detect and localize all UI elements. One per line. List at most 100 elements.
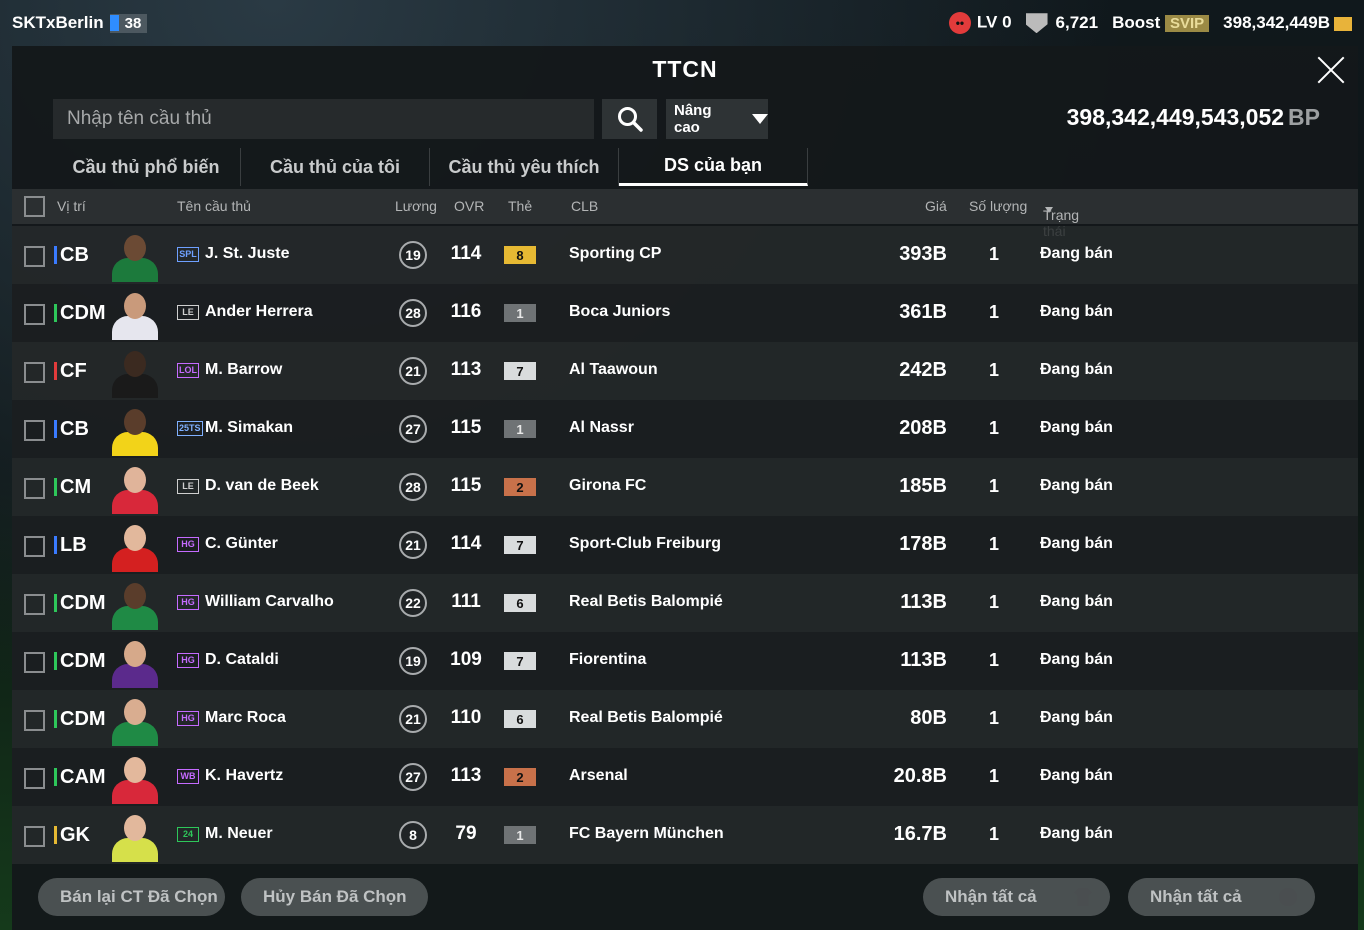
- player-name[interactable]: M. Barrow: [205, 361, 282, 379]
- season-badge: HG: [177, 711, 199, 726]
- table-row[interactable]: CDM HG D. Cataldi 19 109 7 Fiorentina 11…: [12, 632, 1358, 690]
- top-stats: •• LV 0 6,721 Boost SVIP 398,342,449B: [948, 12, 1352, 34]
- ovr-value: 113: [450, 359, 482, 380]
- player-name[interactable]: William Carvalho: [205, 593, 334, 611]
- card-grade-badge: 6: [504, 710, 536, 728]
- wage-badge: 28: [399, 473, 427, 501]
- currency-balance[interactable]: 398,342,449B: [1223, 13, 1352, 33]
- player-name[interactable]: Marc Roca: [205, 709, 286, 727]
- club-name: FC Bayern München: [569, 825, 724, 842]
- tab-your-list[interactable]: DS của bạn: [619, 148, 808, 186]
- price-value: 16.7B: [893, 823, 947, 845]
- player-name[interactable]: D. van de Beek: [205, 477, 319, 495]
- col-quantity[interactable]: Số lượng: [969, 198, 1027, 214]
- close-icon[interactable]: [1316, 54, 1346, 84]
- col-club[interactable]: CLB: [571, 198, 598, 214]
- table-row[interactable]: CB 25TS M. Simakan 27 115 1 Al Nassr 208…: [12, 400, 1358, 458]
- player-avatar: [108, 752, 162, 804]
- wage-badge: 21: [399, 705, 427, 733]
- table-row[interactable]: CDM HG Marc Roca 21 110 6 Real Betis Bal…: [12, 690, 1358, 748]
- club-name: Al Nassr: [569, 419, 634, 436]
- quantity-value: 1: [988, 592, 999, 612]
- table-row[interactable]: CB SPL J. St. Juste 19 114 8 Sporting CP…: [12, 226, 1358, 284]
- row-checkbox[interactable]: [24, 420, 45, 441]
- price-value: 113B: [900, 649, 947, 671]
- position-label: CDM: [54, 708, 106, 730]
- player-avatar: [108, 288, 162, 340]
- search-button[interactable]: [602, 99, 657, 139]
- club-name: Girona FC: [569, 477, 647, 494]
- cancel-selected-button[interactable]: Hủy Bán Đã Chọn: [241, 878, 428, 916]
- col-ovr[interactable]: OVR: [454, 198, 484, 214]
- row-checkbox[interactable]: [24, 594, 45, 615]
- ovr-value: 110: [450, 707, 482, 728]
- club-name: Sport-Club Freiburg: [569, 535, 721, 552]
- col-card[interactable]: Thẻ: [508, 198, 532, 214]
- position-label: CDM: [54, 592, 106, 614]
- row-checkbox[interactable]: [24, 304, 45, 325]
- claim-all-players-button[interactable]: Nhận tất cả: [923, 878, 1110, 916]
- table-row[interactable]: CDM HG William Carvalho 22 111 6 Real Be…: [12, 574, 1358, 632]
- search-input[interactable]: [53, 99, 594, 139]
- row-checkbox[interactable]: [24, 710, 45, 731]
- row-checkbox[interactable]: [24, 826, 45, 847]
- row-checkbox[interactable]: [24, 536, 45, 557]
- resell-selected-button[interactable]: Bán lại CT Đã Chọn: [38, 878, 225, 916]
- position-label: CDM: [54, 650, 106, 672]
- status-label: Đang bán: [1040, 361, 1113, 378]
- player-name[interactable]: C. Günter: [205, 535, 278, 553]
- player-name[interactable]: Ander Herrera: [205, 303, 313, 321]
- ovr-value: 116: [450, 301, 482, 322]
- player-name[interactable]: K. Havertz: [205, 767, 283, 785]
- row-checkbox[interactable]: [24, 478, 45, 499]
- player-avatar: [108, 462, 162, 514]
- col-name[interactable]: Tên cầu thủ: [177, 198, 251, 214]
- status-label: Đang bán: [1040, 825, 1113, 842]
- table-row[interactable]: CM LE D. van de Beek 28 115 2 Girona FC …: [12, 458, 1358, 516]
- sad-face-icon: ••: [948, 12, 971, 34]
- table-row[interactable]: LB HG C. Günter 21 114 7 Sport-Club Frei…: [12, 516, 1358, 574]
- price-value: 393B: [899, 243, 947, 265]
- tab-popular-players[interactable]: Cầu thủ phổ biến: [52, 148, 241, 186]
- boost-label[interactable]: Boost SVIP: [1112, 13, 1210, 33]
- col-price[interactable]: Giá: [925, 198, 947, 214]
- quantity-value: 1: [988, 244, 999, 264]
- price-value: 185B: [899, 475, 947, 497]
- wage-badge: 21: [399, 357, 427, 385]
- player-avatar: [108, 694, 162, 746]
- table-row[interactable]: GK 24 M. Neuer 8 79 1 FC Bayern München …: [12, 806, 1358, 864]
- tab-favorite-players[interactable]: Cầu thủ yêu thích: [430, 148, 619, 186]
- season-badge: HG: [177, 537, 199, 552]
- claim-all-bp-button[interactable]: Nhận tất cả: [1128, 878, 1315, 916]
- player-name[interactable]: D. Cataldi: [205, 651, 279, 669]
- club-name: Al Taawoun: [569, 361, 658, 378]
- position-label: CDM: [54, 302, 106, 324]
- card-grade-badge: 6: [504, 594, 536, 612]
- col-position[interactable]: Vị trí: [57, 198, 86, 214]
- status-label: Đang bán: [1040, 651, 1113, 668]
- status-label: Đang bán: [1040, 245, 1113, 262]
- wage-badge: 27: [399, 415, 427, 443]
- row-checkbox[interactable]: [24, 246, 45, 267]
- row-checkbox[interactable]: [24, 768, 45, 789]
- col-wage[interactable]: Lương: [395, 198, 437, 214]
- lv-indicator[interactable]: •• LV 0: [948, 12, 1012, 34]
- tab-my-players[interactable]: Cầu thủ của tôi: [241, 148, 430, 186]
- ovr-value: 109: [450, 649, 482, 670]
- player-avatar: [108, 810, 162, 862]
- position-color-bar: [54, 826, 57, 844]
- row-checkbox[interactable]: [24, 652, 45, 673]
- club-name: Fiorentina: [569, 651, 647, 668]
- season-badge: 25TS: [177, 421, 203, 436]
- table-row[interactable]: CAM WB K. Havertz 27 113 2 Arsenal 20.8B…: [12, 748, 1358, 806]
- advanced-filter-dropdown[interactable]: Nâng cao: [666, 99, 768, 139]
- row-checkbox[interactable]: [24, 362, 45, 383]
- club-name: Arsenal: [569, 767, 628, 784]
- select-all-checkbox[interactable]: [24, 196, 45, 217]
- player-name[interactable]: M. Simakan: [205, 419, 293, 437]
- table-row[interactable]: CDM LE Ander Herrera 28 116 1 Boca Junio…: [12, 284, 1358, 342]
- player-name[interactable]: M. Neuer: [205, 825, 273, 843]
- table-row[interactable]: CF LOL M. Barrow 21 113 7 Al Taawoun 242…: [12, 342, 1358, 400]
- player-name[interactable]: J. St. Juste: [205, 245, 289, 263]
- status-label: Đang bán: [1040, 419, 1113, 436]
